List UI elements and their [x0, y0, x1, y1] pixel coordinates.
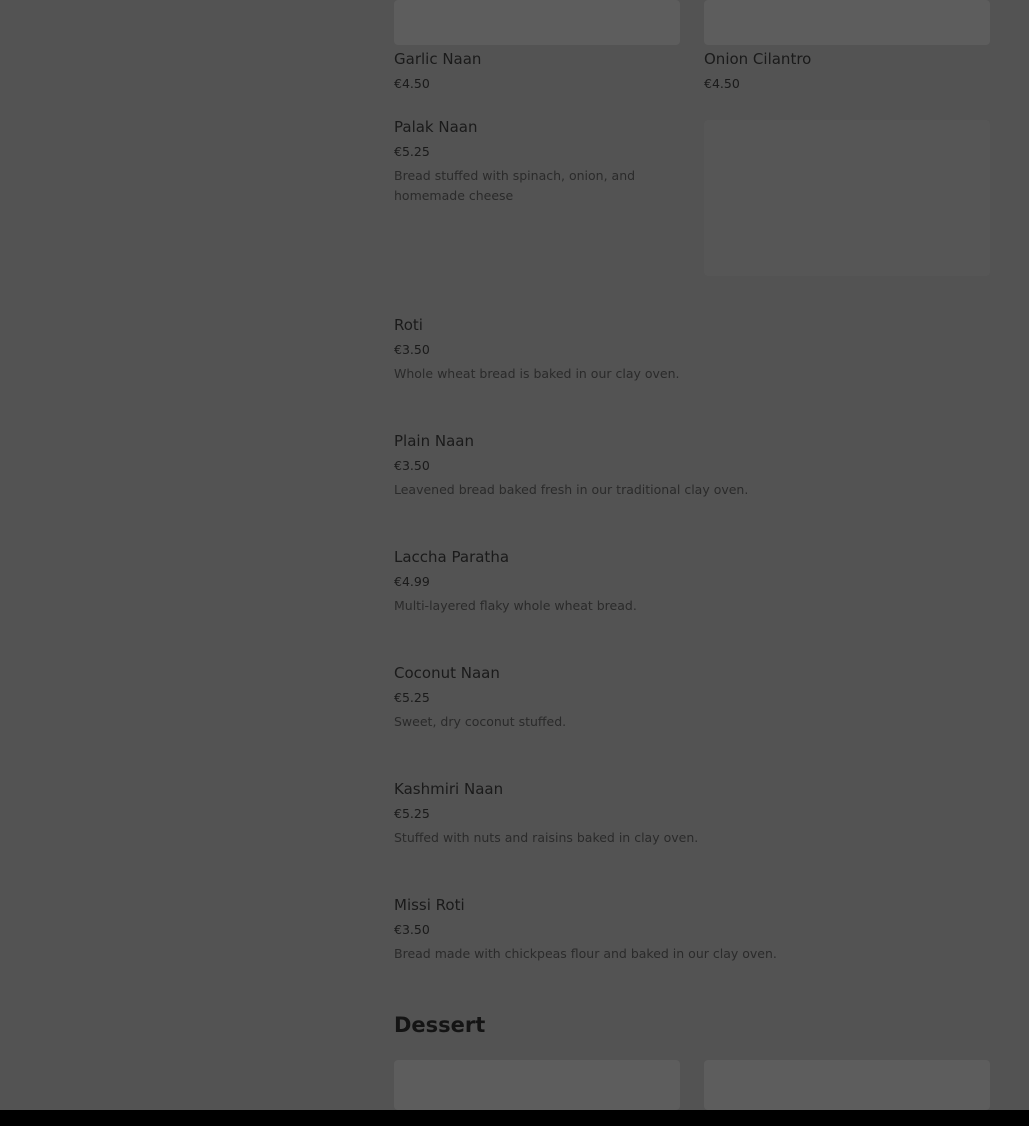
item-price-missi-roti: €3.50: [394, 922, 430, 937]
item-price-kashmiri-naan: €5.25: [394, 806, 430, 821]
item-description-missi-roti: Bread made with chickpeas flour and bake…: [394, 946, 777, 961]
bottom-bar: [0, 1110, 1029, 1126]
item-name-coconut-naan[interactable]: Coconut Naan: [394, 663, 500, 683]
garlic-naan-image[interactable]: [394, 0, 680, 45]
item-description-coconut-naan: Sweet, dry coconut stuffed.: [394, 714, 567, 729]
dessert-item-image-2[interactable]: [704, 1060, 990, 1110]
palak-naan-image[interactable]: [704, 120, 990, 276]
item-price-roti: €3.50: [394, 342, 430, 357]
item-price-palak-naan: €5.25: [394, 144, 430, 159]
item-description-roti: Whole wheat bread is baked in our clay o…: [394, 366, 680, 381]
item-name-roti[interactable]: Roti: [394, 315, 423, 335]
item-price-onion-cilantro: €4.50: [704, 76, 740, 91]
item-price-garlic-naan: €4.50: [394, 76, 430, 91]
item-description-plain-naan: Leavened bread baked fresh in our tradit…: [394, 482, 749, 497]
item-price-plain-naan: €3.50: [394, 458, 430, 473]
item-description-kashmiri-naan: Stuffed with nuts and raisins baked in c…: [394, 830, 699, 845]
item-price-coconut-naan: €5.25: [394, 690, 430, 705]
dessert-section-title: Dessert: [394, 1013, 486, 1037]
menu-page: Garlic Naan €4.50 Onion Cilantro €4.50 P…: [0, 0, 1029, 1110]
item-price-laccha-paratha: €4.99: [394, 574, 430, 589]
onion-cilantro-image[interactable]: [704, 0, 990, 45]
dessert-item-image-1[interactable]: [394, 1060, 680, 1110]
item-name-missi-roti[interactable]: Missi Roti: [394, 895, 465, 915]
item-name-kashmiri-naan[interactable]: Kashmiri Naan: [394, 779, 503, 799]
item-name-laccha-paratha[interactable]: Laccha Paratha: [394, 547, 509, 567]
item-description-laccha-paratha: Multi-layered flaky whole wheat bread.: [394, 598, 637, 613]
item-name-palak-naan[interactable]: Palak Naan: [394, 117, 478, 137]
item-name-plain-naan[interactable]: Plain Naan: [394, 431, 474, 451]
item-name-onion-cilantro[interactable]: Onion Cilantro: [704, 49, 811, 69]
item-description-palak-naan: Bread stuffed with spinach, onion, and h…: [394, 168, 636, 203]
item-name-garlic-naan[interactable]: Garlic Naan: [394, 49, 481, 69]
